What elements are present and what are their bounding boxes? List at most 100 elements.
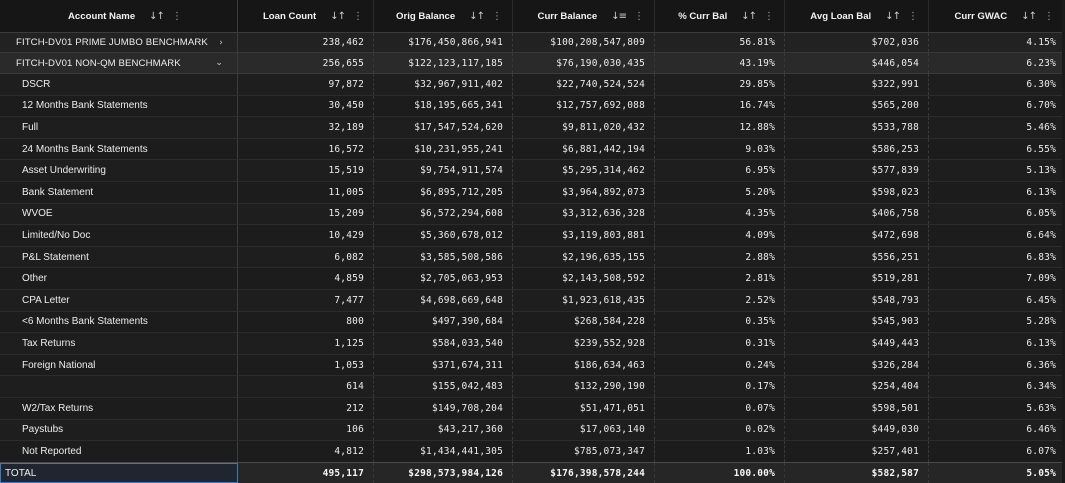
table-row[interactable]: Asset Underwriting 15,519 $9,754,911,574 $5… xyxy=(0,160,1065,182)
account-name-cell[interactable]: Not Reported xyxy=(0,441,238,462)
curr-gwac-cell: 6.36% xyxy=(1026,359,1056,371)
account-name-cell[interactable] xyxy=(0,376,238,397)
curr-balance-cell: $3,964,892,073 xyxy=(513,181,655,203)
table-row[interactable]: CPA Letter 7,477 $4,698,669,648 $1,923,618,… xyxy=(0,289,1065,312)
table-row[interactable]: W2/Tax Returns 212 $149,708,204 $51,471,051… xyxy=(0,397,1065,420)
curr-balance-cell: $100,208,547,809 xyxy=(513,33,655,52)
table-row[interactable]: Tax Returns 1,125 $584,033,540 $239,552,928… xyxy=(0,333,1065,355)
column-menu-icon[interactable]: ⋮ xyxy=(172,11,182,22)
col-header-account-name[interactable]: Account Name ↓↑ ⋮ xyxy=(0,0,238,32)
sort-icon[interactable]: ↓↑ xyxy=(885,11,901,22)
column-menu-icon[interactable]: ⋮ xyxy=(908,11,918,22)
pct-curr-bal-cell: 56.81% xyxy=(655,33,785,52)
curr-gwac-cell: 5.28% xyxy=(1026,316,1056,328)
table-row[interactable]: Full 32,189 $17,547,524,620 $9,811,020,432 1… xyxy=(0,117,1065,139)
curr-balance-cell: $22,740,524,524 xyxy=(513,74,655,95)
sort-icon[interactable]: ↓↑ xyxy=(1021,11,1037,22)
loan-count-cell: 97,872 xyxy=(238,74,374,95)
account-name-cell[interactable]: Bank Statement xyxy=(0,181,238,203)
account-name-cell[interactable]: Tax Returns xyxy=(0,333,238,354)
table-row[interactable]: WVOE 15,209 $6,572,294,608 $3,312,636,328 4.… xyxy=(0,203,1065,226)
column-menu-icon[interactable]: ⋮ xyxy=(492,11,502,22)
chevron-down-icon[interactable]: ⌄ xyxy=(215,58,223,68)
account-name: Limited/No Doc xyxy=(22,229,91,241)
account-name: Tax Returns xyxy=(22,337,76,349)
account-name-cell[interactable]: Foreign National xyxy=(0,354,238,376)
account-name-cell[interactable]: CPA Letter xyxy=(0,289,238,311)
sort-icon[interactable]: ↓↑ xyxy=(149,11,165,22)
account-name-cell[interactable]: Paystubs xyxy=(0,419,238,441)
table-row[interactable]: Other 4,859 $2,705,063,953 $2,143,508,592 2.… xyxy=(0,268,1065,290)
avg-loan-bal-cell: $548,793 xyxy=(785,289,929,311)
table-row[interactable]: P&L Statement 6,082 $3,585,508,586 $2,196,6… xyxy=(0,246,1065,269)
account-name-cell[interactable]: WVOE xyxy=(0,203,238,225)
account-name-cell[interactable]: W2/Tax Returns xyxy=(0,397,238,419)
col-header-pct-curr-bal[interactable]: % Curr Bal ↓↑ ⋮ xyxy=(655,0,785,32)
sort-icon[interactable]: ↓↑ xyxy=(469,11,485,22)
group-row-non-qm[interactable]: FITCH-DV01 NON-QM BENCHMARK ⌄ 256,655 $1… xyxy=(0,53,1065,74)
account-name-cell[interactable]: Limited/No Doc xyxy=(0,225,238,246)
avg-loan-bal-cell: $406,758 xyxy=(785,203,929,225)
account-name: W2/Tax Returns xyxy=(22,402,94,414)
table-row[interactable]: Limited/No Doc 10,429 $5,360,678,012 $3,119… xyxy=(0,225,1065,247)
group-name-cell[interactable]: FITCH-DV01 PRIME JUMBO BENCHMARK › xyxy=(0,33,238,52)
column-menu-icon[interactable]: ⋮ xyxy=(353,11,363,22)
avg-loan-bal-cell: $556,251 xyxy=(785,246,929,268)
curr-gwac-cell: 6.64% xyxy=(1026,229,1056,241)
col-header-curr-gwac[interactable]: Curr GWAC ↓↑ ⋮ xyxy=(929,0,1065,32)
account-name-cell[interactable]: Full xyxy=(0,117,238,138)
loan-count-cell: 32,189 xyxy=(238,117,374,138)
group-name-cell[interactable]: FITCH-DV01 NON-QM BENCHMARK ⌄ xyxy=(0,53,238,73)
col-header-label: Loan Count xyxy=(262,10,317,22)
account-name-cell[interactable]: Asset Underwriting xyxy=(0,160,238,181)
column-menu-icon[interactable]: ⋮ xyxy=(764,11,774,22)
account-name-cell[interactable]: DSCR xyxy=(0,74,238,95)
table-row[interactable]: 12 Months Bank Statements 30,450 $18,195,6… xyxy=(0,95,1065,118)
table-row[interactable]: Not Reported 4,812 $1,434,441,305 $785,073,… xyxy=(0,441,1065,463)
loan-count-cell: 10,429 xyxy=(238,225,374,246)
sort-icon[interactable]: ↓↑ xyxy=(330,11,346,22)
sort-icon[interactable]: ↓↑ xyxy=(741,11,757,22)
col-header-loan-count[interactable]: Loan Count ↓↑ ⋮ xyxy=(238,0,374,32)
account-name-cell[interactable]: Other xyxy=(0,268,238,289)
loan-count-cell: 16,572 xyxy=(238,138,374,160)
col-header-curr-balance[interactable]: Curr Balance ↓≡ ⋮ xyxy=(513,0,655,32)
table-row[interactable]: Foreign National 1,053 $371,674,311 $186,63… xyxy=(0,354,1065,377)
pct-curr-bal-cell: 4.35% xyxy=(655,203,785,225)
account-table: Account Name ↓↑ ⋮ Loan Count ↓↑ ⋮ Orig B… xyxy=(0,0,1065,483)
loan-count-cell: 106 xyxy=(238,419,374,441)
table-row[interactable]: Paystubs 106 $43,217,360 $17,063,140 0.02% $4… xyxy=(0,419,1065,442)
column-menu-icon[interactable]: ⋮ xyxy=(634,11,644,22)
account-name: Not Reported xyxy=(22,445,82,457)
column-menu-icon[interactable]: ⋮ xyxy=(1044,11,1054,22)
table-row[interactable]: Bank Statement 11,005 $6,895,712,205 $3,964… xyxy=(0,181,1065,204)
account-name: Foreign National xyxy=(22,359,96,371)
table-row[interactable]: 24 Months Bank Statements 16,572 $10,231,9… xyxy=(0,138,1065,161)
loan-count-cell: 614 xyxy=(238,376,374,397)
account-name-cell[interactable]: <6 Months Bank Statements xyxy=(0,311,238,333)
orig-balance-cell: $6,572,294,608 xyxy=(374,203,513,225)
avg-loan-bal-cell: $702,036 xyxy=(785,33,929,52)
chevron-right-icon[interactable]: › xyxy=(219,38,223,48)
account-name: 24 Months Bank Statements xyxy=(22,143,148,155)
table-row[interactable]: DSCR 97,872 $32,967,911,402 $22,740,524,524… xyxy=(0,74,1065,96)
account-name-cell[interactable]: 24 Months Bank Statements xyxy=(0,138,238,160)
loan-count-cell: 495,117 xyxy=(238,463,374,483)
account-name: Other xyxy=(22,273,48,285)
col-header-avg-loan-bal[interactable]: Avg Loan Bal ↓↑ ⋮ xyxy=(785,0,929,32)
account-name-cell[interactable]: 12 Months Bank Statements xyxy=(0,95,238,117)
total-label-cell[interactable]: TOTAL xyxy=(0,463,238,483)
table-row[interactable]: <6 Months Bank Statements 800 $497,390,684… xyxy=(0,311,1065,334)
curr-gwac-cell: 6.07% xyxy=(1026,445,1056,457)
account-name-cell[interactable]: P&L Statement xyxy=(0,246,238,268)
orig-balance-cell: $6,895,712,205 xyxy=(374,181,513,203)
orig-balance-cell: $18,195,665,341 xyxy=(374,95,513,117)
curr-balance-cell: $2,143,508,592 xyxy=(513,268,655,289)
pct-curr-bal-cell: 0.07% xyxy=(655,397,785,419)
col-header-orig-balance[interactable]: Orig Balance ↓↑ ⋮ xyxy=(374,0,513,32)
curr-balance-cell: $3,119,803,881 xyxy=(513,225,655,246)
table-row[interactable]: 614 $155,042,483 $132,290,190 0.17% $254,404… xyxy=(0,376,1065,398)
group-row-prime-jumbo[interactable]: FITCH-DV01 PRIME JUMBO BENCHMARK › 238,4… xyxy=(0,33,1065,53)
pct-curr-bal-cell: 0.24% xyxy=(655,354,785,376)
sort-descending-icon[interactable]: ↓≡ xyxy=(611,11,627,22)
